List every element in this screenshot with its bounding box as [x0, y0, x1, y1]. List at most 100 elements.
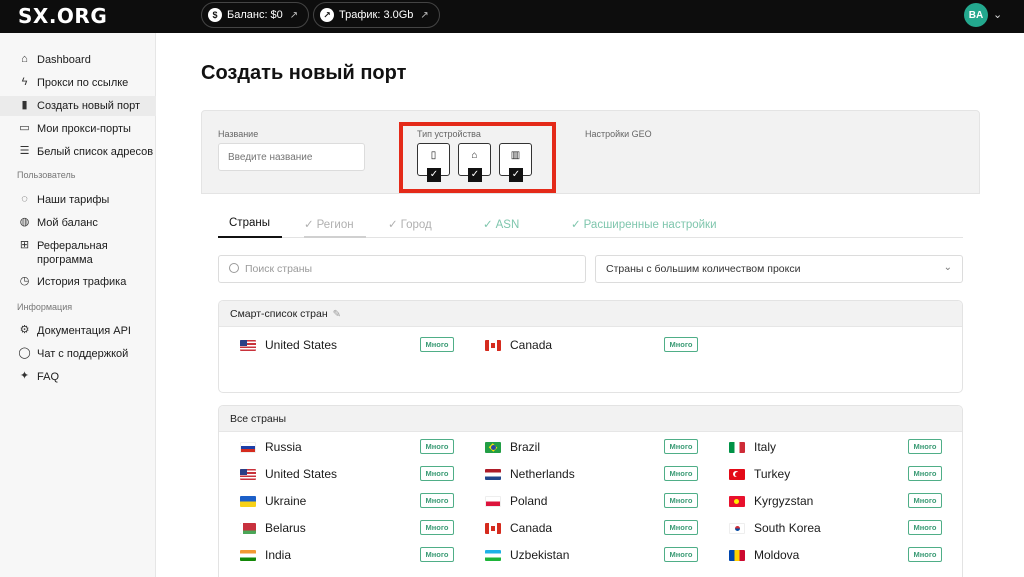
tab-region[interactable]: ✓ Регион — [304, 210, 366, 238]
flag-nl-icon — [485, 468, 501, 480]
country-name: Turkey — [754, 467, 791, 481]
flag-uz-icon — [485, 549, 501, 561]
sidebar-item-label: История трафика — [37, 276, 127, 288]
availability-badge: Много — [664, 493, 698, 508]
flag-pl-icon — [485, 495, 501, 507]
bolt-icon: ϟ — [21, 76, 28, 88]
country-item[interactable]: Kyrgyzstan — [729, 492, 813, 510]
flag-ru-icon — [240, 441, 256, 453]
sidebar-item-label: Реферальная программа — [37, 240, 108, 266]
sidebar-item-traffic-history[interactable]: ◷ История трафика — [0, 275, 156, 289]
sort-select[interactable]: Страны с большим количеством прокси ⌄ — [595, 255, 963, 283]
balance-pill[interactable]: $ Баланс: $0 ↗ — [201, 2, 310, 28]
arrow-up-right-icon: ↗ — [289, 9, 299, 21]
country-item[interactable]: India — [240, 546, 291, 564]
page-title: Создать новый порт — [201, 62, 407, 84]
country-item[interactable]: Netherlands — [485, 465, 575, 483]
sidebar-item-my-ports[interactable]: ▭ Мои прокси-порты — [0, 122, 156, 136]
availability-badge: Много — [908, 547, 942, 562]
country-name: Kyrgyzstan — [754, 494, 814, 508]
gift-icon: ⊞ — [19, 239, 30, 251]
availability-badge: Много — [664, 439, 698, 454]
availability-badge: Много — [908, 466, 942, 481]
sidebar-item-faq[interactable]: ✦ FAQ — [0, 370, 156, 384]
country-item[interactable]: Russia — [240, 438, 302, 456]
checkmark-icon: ✓ — [483, 219, 493, 231]
country-item[interactable]: United States — [240, 465, 337, 483]
sidebar-item-proxy-link[interactable]: ϟ Прокси по ссылке — [0, 76, 156, 90]
availability-badge: Много — [908, 520, 942, 535]
country-name: Netherlands — [510, 467, 575, 481]
tab-countries[interactable]: Страны — [218, 210, 282, 238]
search-icon — [229, 263, 239, 273]
country-item[interactable]: United States — [240, 336, 337, 354]
country-name: Belarus — [265, 521, 306, 535]
sidebar-item-label: Наши тарифы — [37, 194, 110, 206]
flag-ca-icon — [485, 522, 501, 534]
country-name: Canada — [510, 338, 553, 352]
gear-icon: ⚙ — [19, 324, 30, 336]
sidebar-item-label: Мой баланс — [37, 217, 98, 229]
sidebar-item-balance[interactable]: ◍ Мой баланс — [0, 216, 156, 230]
availability-badge: Много — [420, 337, 454, 352]
sidebar-item-tariffs[interactable]: ◌ Наши тарифы — [0, 193, 156, 207]
flag-ca-icon — [485, 339, 501, 351]
highlight-box — [399, 122, 556, 193]
chevron-down-icon[interactable]: ⌄ — [993, 8, 1002, 21]
avatar[interactable]: BA — [964, 3, 988, 27]
availability-badge: Много — [664, 520, 698, 535]
country-name: Moldova — [754, 548, 800, 562]
availability-badge: Много — [664, 337, 698, 352]
name-input[interactable] — [218, 143, 365, 171]
chat-icon: ◯ — [18, 347, 31, 359]
name-label: Название — [218, 129, 259, 139]
flag-tr-icon — [729, 468, 745, 480]
trend-icon: ↗ — [320, 8, 334, 22]
flag-kr-icon — [729, 522, 745, 534]
flag-it-icon — [729, 441, 745, 453]
tab-asn[interactable]: ✓ ASN — [483, 210, 519, 238]
sort-select-value: Страны с большим количеством прокси — [606, 263, 801, 275]
flag-in-icon — [240, 549, 256, 561]
tab-advanced[interactable]: ✓ Расширенные настройки — [571, 210, 717, 238]
country-item[interactable]: Canada — [485, 519, 552, 537]
sidebar-item-support-chat[interactable]: ◯ Чат с поддержкой — [0, 347, 156, 361]
tab-label: Страны — [229, 217, 270, 229]
sidebar: ⌂ Dashboard ϟ Прокси по ссылке ▮ Создать… — [0, 33, 156, 577]
sidebar-item-create-port[interactable]: ▮ Создать новый порт — [0, 96, 156, 116]
country-item[interactable]: South Korea — [729, 519, 821, 537]
country-item[interactable]: Canada — [485, 336, 552, 354]
sidebar-item-whitelist[interactable]: ☰ Белый список адресов — [0, 145, 156, 159]
tab-city[interactable]: ✓ Город — [388, 210, 432, 238]
geo-tabs: Страны ✓ Регион ✓ Город ✓ ASN ✓ Расширенные … — [218, 210, 963, 238]
country-name: United States — [265, 467, 338, 481]
traffic-pill[interactable]: ↗ Трафик: 3.0Gb ↗ — [313, 2, 440, 28]
flag-ua-icon — [240, 495, 256, 507]
country-item[interactable]: Moldova — [729, 546, 799, 564]
country-item[interactable]: Brazil — [485, 438, 540, 456]
sidebar-item-dashboard[interactable]: ⌂ Dashboard — [0, 53, 156, 67]
geo-settings-label: Настройки GEO — [585, 129, 652, 139]
sidebar-item-referral[interactable]: ⊞ Реферальная программа — [0, 239, 156, 267]
country-item[interactable]: Turkey — [729, 465, 790, 483]
pencil-icon[interactable]: ✎ — [333, 309, 341, 320]
country-name: Italy — [754, 440, 777, 454]
home-icon: ⌂ — [21, 53, 28, 65]
checkmark-icon: ✓ — [388, 219, 398, 231]
availability-badge: Много — [664, 547, 698, 562]
add-file-icon: ▮ — [21, 99, 28, 111]
country-name: Canada — [510, 521, 553, 535]
tab-label: Расширенные настройки — [583, 219, 717, 231]
section-info: Информация — [17, 302, 73, 312]
tab-label: Регион — [316, 219, 354, 231]
country-item[interactable]: Poland — [485, 492, 547, 510]
country-search-input[interactable]: Поиск страны — [218, 255, 586, 283]
logo[interactable]: SX.ORG — [18, 4, 107, 28]
country-item[interactable]: Italy — [729, 438, 776, 456]
country-name: United States — [265, 338, 338, 352]
country-item[interactable]: Ukraine — [240, 492, 306, 510]
search-placeholder: Поиск страны — [245, 263, 313, 275]
country-item[interactable]: Uzbekistan — [485, 546, 569, 564]
country-item[interactable]: Belarus — [240, 519, 306, 537]
sidebar-item-api-docs[interactable]: ⚙ Документация API — [0, 324, 156, 338]
